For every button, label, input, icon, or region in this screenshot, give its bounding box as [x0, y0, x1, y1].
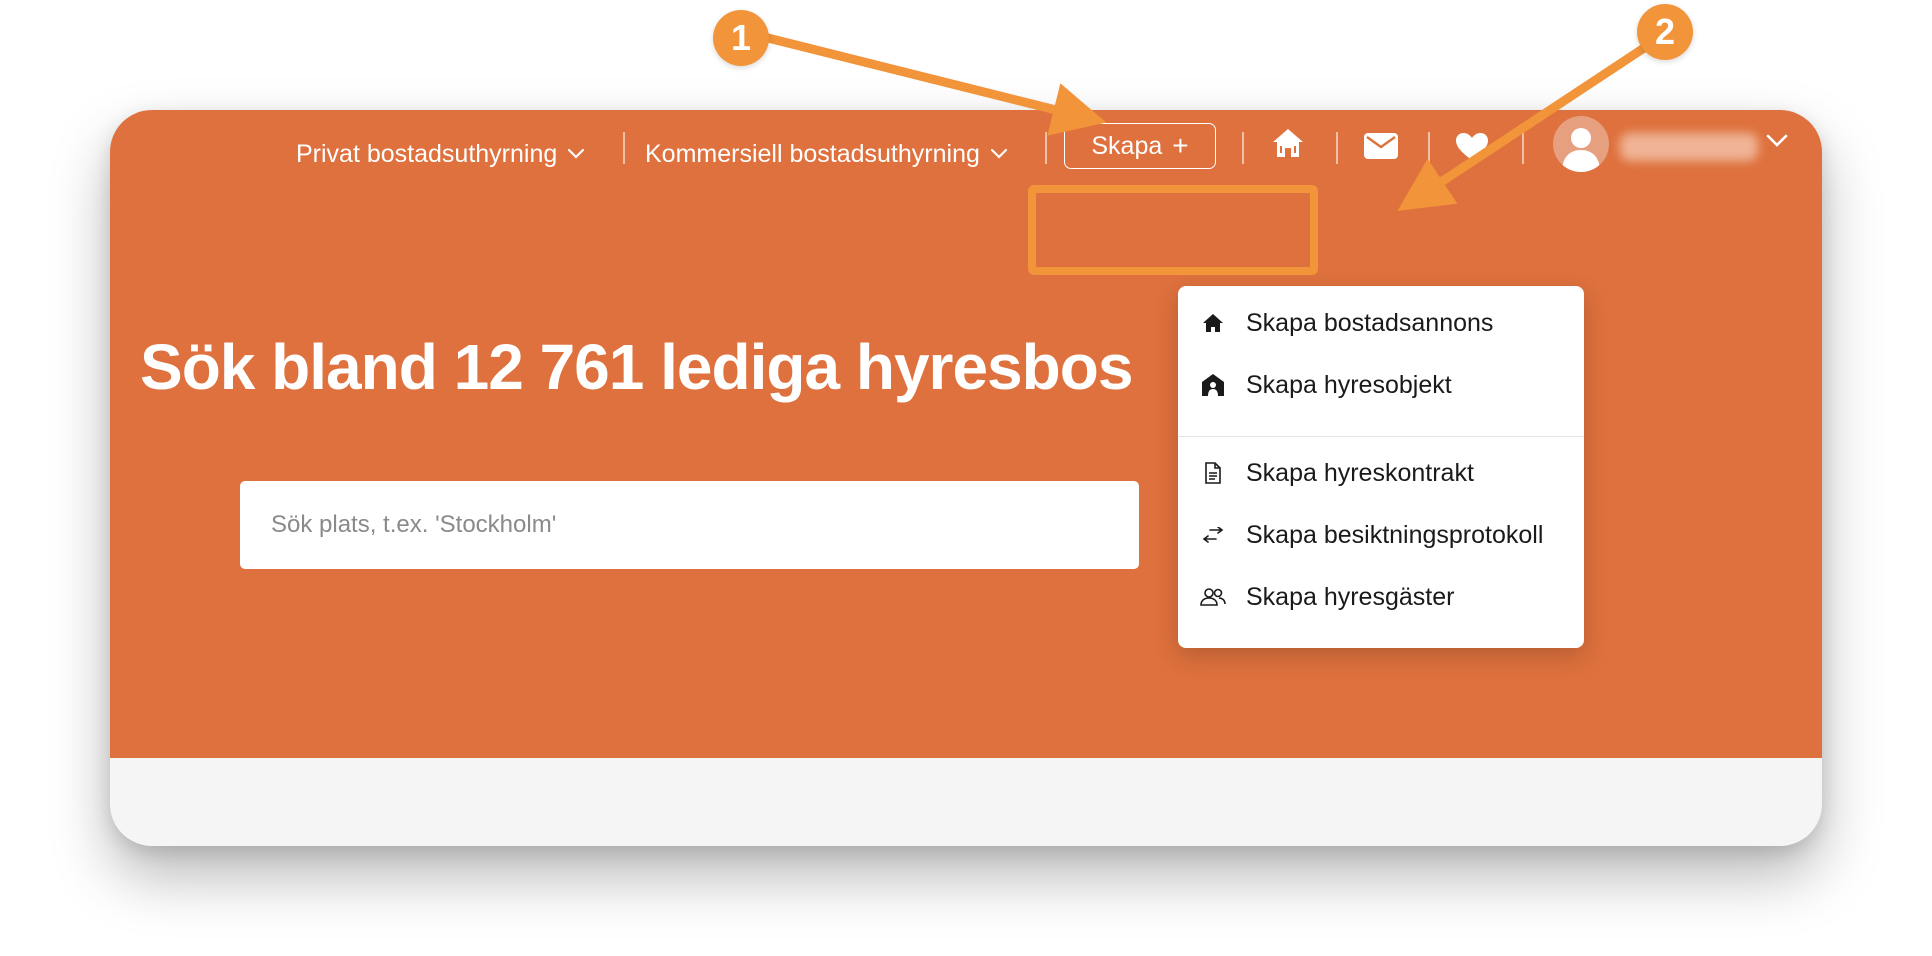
- step-badge-2: 2: [1637, 4, 1693, 60]
- heart-icon: [1456, 133, 1488, 160]
- messages-button[interactable]: [1363, 132, 1399, 160]
- create-button[interactable]: Skapa +: [1064, 123, 1216, 169]
- menu-item-label: Skapa besiktningsprotokoll: [1246, 520, 1544, 549]
- app-window: Privat bostadsuthyrning Kommersiell bost…: [110, 110, 1822, 846]
- nav-divider: [1428, 132, 1430, 164]
- nav-private-rental-label: Privat bostadsuthyrning: [296, 139, 558, 168]
- menu-item-create-listing[interactable]: Skapa bostadsannons: [1178, 294, 1584, 352]
- menu-item-create-rental-object[interactable]: Skapa hyresobjekt: [1178, 356, 1584, 414]
- menu-item-label: Skapa hyreskontrakt: [1246, 458, 1474, 487]
- arrow-1: [763, 33, 1107, 136]
- mail-icon: [1364, 133, 1398, 159]
- house-icon: [1273, 129, 1303, 157]
- hero-section: Privat bostadsuthyrning Kommersiell bost…: [110, 110, 1822, 758]
- username-blurred: [1620, 133, 1758, 161]
- home-nav-button[interactable]: [1270, 126, 1306, 160]
- chevron-down-icon: [990, 148, 1007, 159]
- user-icon: [1562, 128, 1600, 172]
- highlight-box: [1028, 185, 1318, 275]
- nav-divider: [1242, 132, 1244, 164]
- create-button-label: Skapa: [1091, 131, 1163, 160]
- avatar[interactable]: [1553, 116, 1609, 172]
- search-input[interactable]: [240, 481, 1139, 569]
- nav-commercial-rental[interactable]: Kommersiell bostadsuthyrning: [645, 130, 1008, 178]
- chevron-down-icon[interactable]: [1766, 134, 1788, 148]
- building-icon: [1200, 372, 1226, 398]
- menu-item-create-lease[interactable]: Skapa hyreskontrakt: [1178, 444, 1584, 502]
- menu-item-create-tenants[interactable]: Skapa hyresgäster: [1178, 568, 1584, 626]
- step-badge-1: 1: [713, 10, 769, 66]
- swap-arrows-icon: [1200, 522, 1226, 548]
- nav-divider: [1336, 132, 1338, 164]
- house-icon: [1200, 310, 1226, 336]
- menu-item-label: Skapa hyresobjekt: [1246, 370, 1452, 399]
- menu-item-label: Skapa hyresgäster: [1246, 582, 1455, 611]
- nav-divider: [1522, 132, 1524, 164]
- favorites-button[interactable]: [1455, 132, 1489, 162]
- plus-icon: +: [1172, 130, 1189, 161]
- menu-divider: [1178, 436, 1584, 437]
- document-icon: [1200, 460, 1226, 486]
- chevron-down-icon: [568, 148, 585, 159]
- nav-private-rental[interactable]: Privat bostadsuthyrning: [296, 130, 585, 178]
- users-icon: [1200, 584, 1226, 610]
- page-title: Sök bland 12 761 lediga hyresbos: [140, 331, 1133, 403]
- menu-item-label: Skapa bostadsannons: [1246, 308, 1494, 337]
- create-dropdown-menu: Skapa bostadsannons Skapa hyresobjekt Sk…: [1178, 286, 1584, 648]
- nav-commercial-rental-label: Kommersiell bostadsuthyrning: [645, 139, 980, 168]
- nav-divider: [623, 132, 625, 164]
- nav-divider: [1045, 132, 1047, 164]
- menu-item-create-inspection[interactable]: Skapa besiktningsprotokoll: [1178, 506, 1584, 564]
